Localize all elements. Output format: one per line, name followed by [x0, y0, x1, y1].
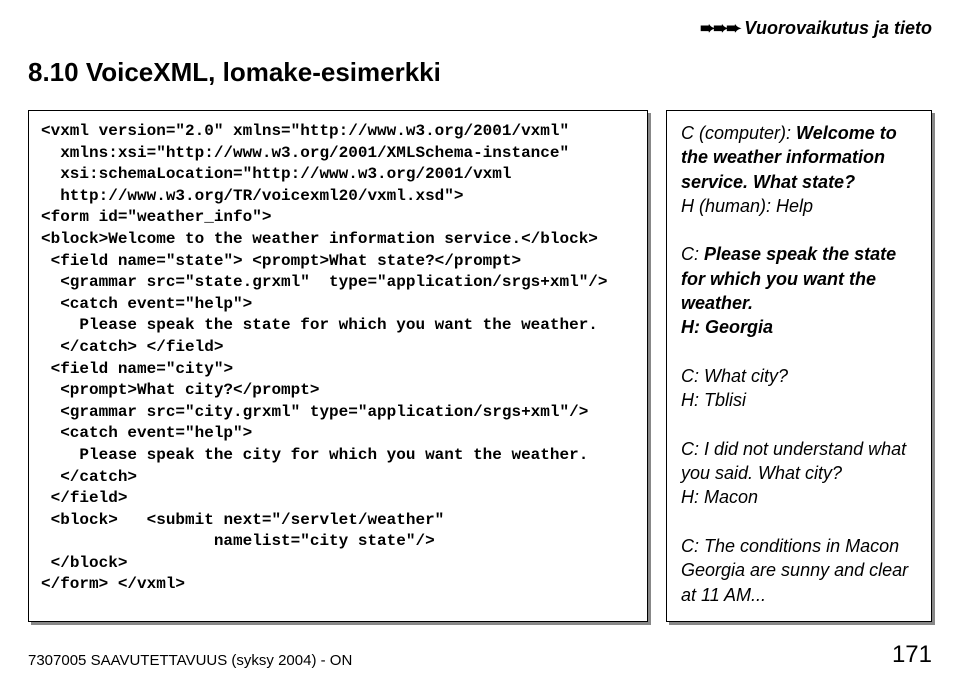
breadcrumb-text: Vuorovaikutus ja tieto [744, 18, 932, 38]
page-heading: 8.10 VoiceXML, lomake-esimerkki [28, 57, 932, 88]
dialog-line: C: The conditions in Macon Georgia are s… [681, 534, 917, 607]
footer-course: 7307005 SAAVUTETTAVUUS (syksy 2004) - ON [28, 652, 352, 669]
breadcrumb: ➨➨➨ Vuorovaikutus ja tieto [28, 18, 932, 39]
dialog-line: H: Georgia [681, 317, 773, 337]
dialog-line: C: I did not understand what you said. W… [681, 437, 917, 486]
dialog-example: C (computer): Welcome to the weather inf… [666, 110, 932, 622]
dialog-line: C: What city? [681, 364, 917, 388]
dialog-line: C: [681, 244, 704, 264]
dialog-line: H (human): Help [681, 194, 917, 218]
dialog-line: H: Macon [681, 485, 917, 509]
dialog-line: C (computer): [681, 123, 796, 143]
arrow-icon: ➨ [726, 18, 741, 39]
page-number: 171 [892, 641, 932, 669]
dialog-line: Please speak the state for which you wan… [681, 244, 896, 313]
dialog-line: H: Tblisi [681, 388, 917, 412]
code-listing: <vxml version="2.0" xmlns="http://www.w3… [28, 110, 648, 622]
